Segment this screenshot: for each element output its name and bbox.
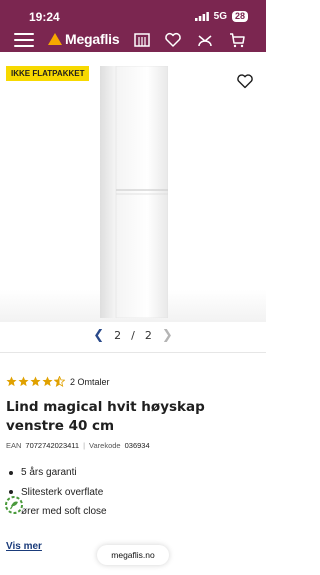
account-icon[interactable]: [196, 31, 214, 49]
star-half-icon: [54, 376, 65, 387]
pager-separator: /: [131, 328, 135, 342]
previous-image-chevron-icon[interactable]: ❮: [93, 328, 104, 343]
pager-total: 2: [144, 328, 152, 342]
not-flatpacked-badge: IKKE FLATPAKKET: [6, 66, 90, 81]
battery-icon: 28: [231, 11, 248, 22]
reviews-count-link[interactable]: 2 Omtaler: [70, 377, 110, 387]
product-image-gallery[interactable]: IKKE FLATPAKKET: [0, 60, 266, 322]
list-item: 5 års garanti: [6, 463, 256, 483]
site-header: Megaflis: [0, 28, 266, 52]
star-full-icon: [42, 376, 53, 387]
product-image: [100, 66, 168, 318]
browser-url-bar[interactable]: megaflis.no: [97, 545, 169, 565]
ean-value: 7072742023411: [25, 441, 80, 450]
feature-text: Slitesterk overflate: [21, 486, 104, 498]
feature-text: 5 års garanti: [21, 467, 77, 479]
network-type: 5G: [213, 11, 227, 22]
list-item: ører med soft close: [6, 502, 256, 522]
star-full-icon: [30, 376, 41, 387]
see-more-link[interactable]: Vis mer: [6, 541, 42, 552]
star-full-icon: [18, 376, 29, 387]
section-divider: [0, 352, 266, 353]
logo[interactable]: Megaflis: [48, 31, 120, 47]
star-full-icon: [6, 376, 17, 387]
feature-text: ører med soft close: [21, 506, 107, 518]
list-item: Slitesterk overflate: [6, 483, 256, 503]
sku-label: Varekode: [89, 441, 121, 450]
cart-icon[interactable]: [228, 31, 246, 49]
signal-icon: [194, 12, 209, 21]
meta-separator: |: [83, 441, 86, 450]
product-identifiers: EAN 7072742023411 | Varekode 036934: [6, 441, 150, 450]
feature-list: 5 års garanti Slitesterk overflate ører …: [6, 463, 256, 522]
next-image-chevron-icon[interactable]: ❯: [162, 328, 173, 343]
product-title: Lind magical hvit høyskap venstre 40 cm: [6, 399, 205, 434]
status-indicators: 5G 28: [194, 11, 248, 22]
product-rating[interactable]: 2 Omtaler: [6, 376, 110, 387]
status-time: 19:24: [29, 10, 60, 24]
eco-badge-icon[interactable]: [4, 495, 24, 515]
bullet-icon: [9, 490, 13, 495]
logo-mark-icon: [48, 33, 62, 45]
image-pager: ❮ 2 / 2 ❯: [0, 326, 266, 344]
store-icon[interactable]: [133, 31, 151, 49]
wishlist-heart-icon[interactable]: [236, 72, 254, 90]
logo-text: Megaflis: [65, 31, 120, 47]
ean-label: EAN: [6, 441, 22, 450]
status-bar: 19:24 5G 28: [0, 0, 266, 28]
sku-value: 036934: [124, 441, 150, 450]
menu-icon[interactable]: [14, 33, 34, 47]
heart-icon[interactable]: [164, 31, 182, 49]
bullet-icon: [9, 470, 13, 475]
pager-current: 2: [114, 328, 122, 342]
